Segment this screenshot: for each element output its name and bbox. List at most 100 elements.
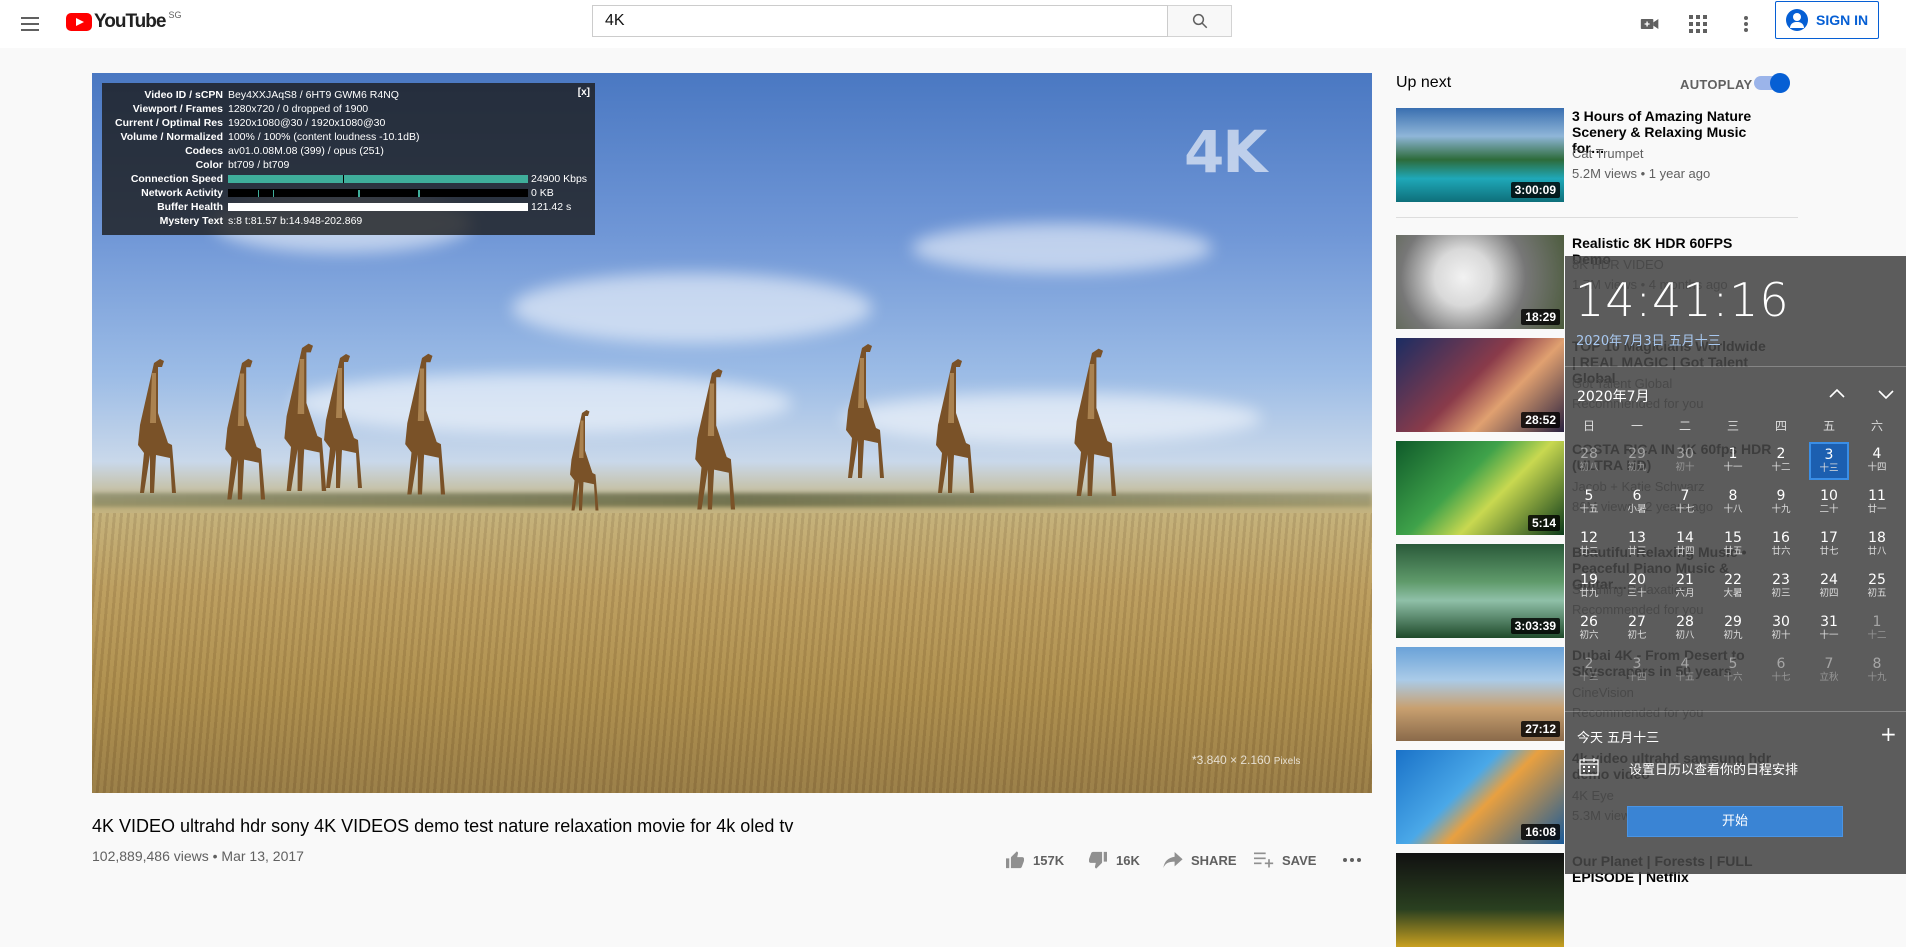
stats-row: Video ID / sCPN Bey4XXJAqS8 / 6HT9 GWM6 R… [108, 88, 589, 102]
calendar-day[interactable]: 29 初九 [1709, 608, 1757, 650]
stats-key: Color [195, 159, 223, 171]
calendar-month[interactable]: 2020年7月 [1577, 386, 1650, 406]
video-duration: 16:08 [1521, 824, 1560, 840]
video-thumbnail[interactable]: 5:14 [1396, 441, 1564, 535]
calendar-day[interactable]: 1 十二 [1853, 608, 1901, 650]
day-number: 20 [1628, 572, 1646, 588]
calendar-day[interactable]: 18 廿八 [1853, 524, 1901, 566]
calendar-day[interactable]: 12 廿二 [1565, 524, 1613, 566]
calendar-day[interactable]: 17 廿七 [1805, 524, 1853, 566]
calendar-day[interactable]: 4 十五 [1661, 650, 1709, 692]
calendar-day[interactable]: 24 初四 [1805, 566, 1853, 608]
calendar-day[interactable]: 13 廿三 [1613, 524, 1661, 566]
calendar-day[interactable]: 19 廿九 [1565, 566, 1613, 608]
apps-grid-icon[interactable] [1686, 12, 1710, 36]
system-calendar-flyout: 14:41:16 2020年7月3日 五月十三 2020年7月 日一二三四五六 … [1565, 256, 1906, 874]
stats-key: Connection Speed [130, 173, 223, 185]
calendar-day[interactable]: 3 十四 [1613, 650, 1661, 692]
share-icon [1163, 852, 1183, 868]
calendar-day[interactable]: 15 廿五 [1709, 524, 1757, 566]
youtube-logo[interactable]: YouTube SG [66, 10, 181, 34]
calendar-week: 2 十三 3 十四 4 十五 5 十六 6 十七 7 立秋 8 十九 [1565, 650, 1906, 692]
video-card-channel[interactable]: Cat Trumpet [1572, 146, 1644, 161]
calendar-day[interactable]: 28 初八 [1565, 440, 1613, 482]
calendar-day[interactable]: 5 十五 [1565, 482, 1613, 524]
add-event-icon[interactable]: + [1880, 722, 1897, 746]
calendar-start-button[interactable]: 开始 [1627, 806, 1843, 837]
search-button[interactable] [1168, 5, 1232, 37]
video-thumbnail[interactable]: 27:12 [1396, 647, 1564, 741]
stats-key: Network Activity [141, 187, 223, 199]
like-button[interactable]: 157K [1005, 850, 1064, 870]
video-thumbnail[interactable]: 3:00:09 [1396, 108, 1564, 202]
4k-watermark: 4K [1184, 118, 1267, 186]
video-thumbnail[interactable]: 28:52 [1396, 338, 1564, 432]
calendar-day[interactable]: 6 十七 [1757, 650, 1805, 692]
calendar-day[interactable]: 6 小暑 [1613, 482, 1661, 524]
share-button[interactable]: SHARE [1163, 850, 1237, 870]
calendar-day[interactable]: 30 初十 [1661, 440, 1709, 482]
calendar-day[interactable]: 1 十一 [1709, 440, 1757, 482]
calendar-day[interactable]: 7 立秋 [1805, 650, 1853, 692]
clock-date[interactable]: 2020年7月3日 五月十三 [1576, 330, 1721, 349]
day-number: 2 [1776, 446, 1786, 462]
day-number: 13 [1628, 530, 1646, 546]
calendar-day[interactable]: 14 廿四 [1661, 524, 1709, 566]
calendar-icon [1579, 758, 1599, 776]
video-player[interactable]: 4K *3.840 × 2.160 Pixels [x] Video ID / … [92, 73, 1372, 793]
calendar-day[interactable]: 30 初十 [1757, 608, 1805, 650]
day-number: 7 [1680, 488, 1690, 504]
calendar-day[interactable]: 28 初八 [1661, 608, 1709, 650]
more-options-icon[interactable] [1734, 12, 1758, 36]
hamburger-menu-icon[interactable] [18, 12, 42, 36]
lunar-date: 十一 [1723, 462, 1743, 473]
calendar-day[interactable]: 25 初五 [1853, 566, 1901, 608]
calendar-day[interactable]: 20 三十 [1613, 566, 1661, 608]
calendar-day[interactable]: 22 大暑 [1709, 566, 1757, 608]
calendar-day[interactable]: 10 二十 [1805, 482, 1853, 524]
dislike-button[interactable]: 16K [1088, 850, 1140, 870]
video-thumbnail[interactable]: 3:03:39 [1396, 544, 1564, 638]
calendar-day[interactable]: 11 廿一 [1853, 482, 1901, 524]
calendar-day[interactable]: 8 十九 [1853, 650, 1901, 692]
up-next-divider [1396, 217, 1798, 218]
calendar-day[interactable]: 29 初九 [1613, 440, 1661, 482]
save-button[interactable]: SAVE [1254, 850, 1316, 870]
sign-in-button[interactable]: SIGN IN [1775, 1, 1879, 39]
calendar-day[interactable]: 7 十七 [1661, 482, 1709, 524]
stats-close-button[interactable]: [x] [578, 87, 590, 98]
video-thumbnail[interactable] [1396, 853, 1564, 947]
calendar-day[interactable]: 27 初七 [1613, 608, 1661, 650]
calendar-day[interactable]: 8 十八 [1709, 482, 1757, 524]
calendar-day[interactable]: 23 初三 [1757, 566, 1805, 608]
calendar-day[interactable]: 2 十二 [1757, 440, 1805, 482]
calendar-day[interactable]: 4 十四 [1853, 440, 1901, 482]
lunar-date: 初九 [1627, 462, 1647, 473]
lunar-date: 二十 [1819, 504, 1839, 515]
more-actions-button[interactable] [1342, 850, 1370, 870]
weekday-header: 三 [1726, 419, 1739, 433]
video-thumbnail[interactable]: 18:29 [1396, 235, 1564, 329]
calendar-day[interactable]: 5 十六 [1709, 650, 1757, 692]
calendar-day[interactable]: 2 十三 [1565, 650, 1613, 692]
calendar-day[interactable]: 9 十九 [1757, 482, 1805, 524]
stats-value: 1920x1080@30 / 1920x1080@30 [228, 117, 386, 129]
day-number: 3 [1824, 447, 1834, 463]
create-video-icon[interactable] [1638, 12, 1662, 36]
autoplay-toggle[interactable] [1754, 73, 1790, 93]
stats-row: Volume / Normalized 100% / 100% (content … [108, 130, 589, 144]
calendar-day[interactable]: 21 六月 [1661, 566, 1709, 608]
video-thumbnail[interactable]: 16:08 [1396, 750, 1564, 844]
stats-row: Connection Speed 24900 Kbps [108, 172, 589, 186]
search-input[interactable]: 4K [592, 5, 1168, 37]
calendar-day-today[interactable]: 3 十三 [1805, 440, 1853, 482]
day-number: 18 [1868, 530, 1886, 546]
up-next-video-card[interactable]: 3:00:09 3 Hours of Amazing Nature Scenery… [1396, 108, 1816, 202]
calendar-day[interactable]: 16 廿六 [1757, 524, 1805, 566]
stats-bar [228, 189, 528, 197]
lunar-date: 初七 [1627, 630, 1647, 641]
calendar-day[interactable]: 31 十一 [1805, 608, 1853, 650]
chevron-down-icon[interactable] [1876, 384, 1896, 404]
chevron-up-icon[interactable] [1827, 384, 1847, 404]
calendar-day[interactable]: 26 初六 [1565, 608, 1613, 650]
